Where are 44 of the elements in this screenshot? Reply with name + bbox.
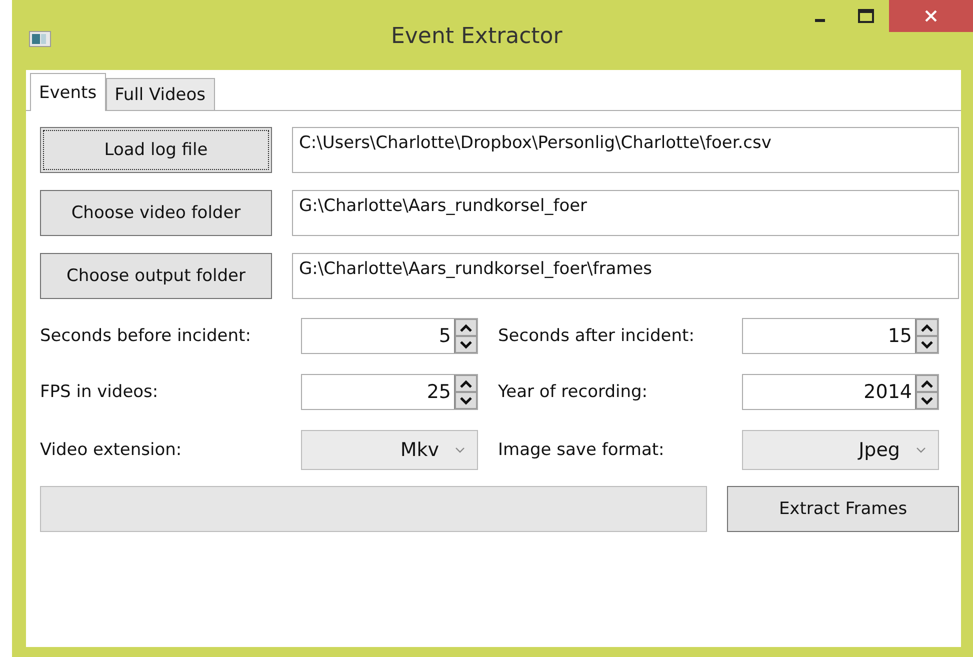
setting-label: Video extension: xyxy=(40,440,183,460)
app-icon xyxy=(29,31,51,47)
path-field[interactable]: C:\Users\Charlotte\Dropbox\Personlig\Charlotte\foer.csv xyxy=(292,127,959,173)
increment-button[interactable] xyxy=(455,319,477,336)
path-field[interactable]: G:\Charlotte\Aars_rundkorsel_foer xyxy=(292,190,959,236)
folder-button[interactable]: Choose video folder xyxy=(40,190,272,236)
minimize-icon xyxy=(815,18,825,22)
arrow-down-icon xyxy=(921,340,933,348)
arrow-up-icon xyxy=(921,380,933,388)
maximize-icon xyxy=(858,9,874,23)
setting-label: Seconds after incident: xyxy=(498,326,696,346)
decrement-button[interactable] xyxy=(455,336,477,353)
number-spinner[interactable]: 5 xyxy=(301,318,478,354)
arrow-down-icon xyxy=(921,396,933,404)
setting-label: Seconds before incident: xyxy=(40,326,252,346)
window-title: Event Extractor xyxy=(391,24,562,49)
setting-label: Year of recording: xyxy=(498,382,649,402)
folder-button[interactable]: Choose output folder xyxy=(40,253,272,299)
extract-button[interactable]: Extract Frames xyxy=(727,486,959,532)
arrow-down-icon xyxy=(460,396,472,404)
dropdown[interactable]: Jpeg xyxy=(742,430,939,470)
number-spinner[interactable]: 25 xyxy=(301,374,478,410)
number-spinner[interactable]: 2014 xyxy=(742,374,939,410)
close-icon xyxy=(924,9,938,23)
setting-label: FPS in videos: xyxy=(40,382,160,402)
arrow-up-icon xyxy=(460,380,472,388)
number-spinner[interactable]: 15 xyxy=(742,318,939,354)
arrow-down-icon xyxy=(460,340,472,348)
decrement-button[interactable] xyxy=(455,392,477,409)
increment-button[interactable] xyxy=(455,375,477,392)
setting-label: Image save format: xyxy=(498,440,666,460)
increment-button[interactable] xyxy=(916,375,938,392)
tab[interactable]: Events xyxy=(30,73,106,111)
increment-button[interactable] xyxy=(916,319,938,336)
chevron-down-icon xyxy=(916,447,926,453)
dropdown[interactable]: Mkv xyxy=(301,430,478,470)
path-field[interactable]: G:\Charlotte\Aars_rundkorsel_foer\frames xyxy=(292,253,959,299)
tab[interactable]: Full Videos xyxy=(106,78,215,110)
folder-button[interactable]: Load log file xyxy=(40,127,272,173)
arrow-up-icon xyxy=(460,324,472,332)
decrement-button[interactable] xyxy=(916,392,938,409)
arrow-up-icon xyxy=(921,324,933,332)
decrement-button[interactable] xyxy=(916,336,938,353)
chevron-down-icon xyxy=(455,447,465,453)
